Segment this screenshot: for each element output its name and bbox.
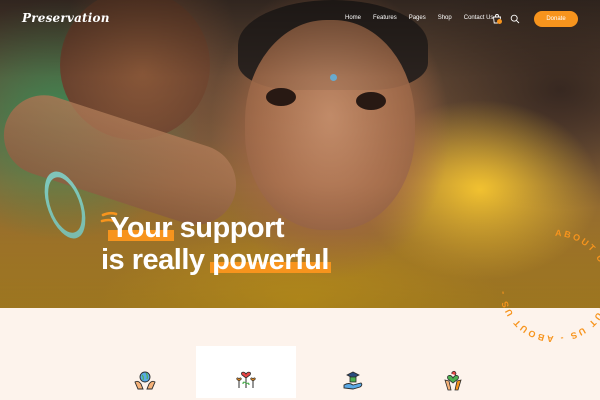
headline-text-support: support [172, 212, 285, 244]
hero-headline-line-2: is really powerful [101, 244, 331, 276]
headline-highlight-your: Your [108, 212, 174, 244]
site-logo[interactable]: Preservation [22, 11, 110, 25]
features-strip [0, 308, 600, 400]
headline-highlight-powerful: powerful [210, 244, 331, 276]
search-icon[interactable] [510, 14, 520, 24]
feature-card-globe[interactable] [95, 348, 195, 400]
headline-text-is-really: is really [101, 244, 213, 276]
nav-item-home[interactable]: Home [345, 15, 361, 21]
nav-item-pages[interactable]: Pages [409, 15, 426, 21]
globe-hands-icon [134, 371, 156, 390]
nav-item-contact-us[interactable]: Contact Us [464, 15, 494, 21]
hearts-plants-icon [236, 371, 256, 388]
nav-item-features[interactable]: Features [373, 15, 397, 21]
heart-hands-icon [444, 371, 462, 391]
top-navigation: Preservation Home Features Pages Shop Co… [0, 0, 600, 38]
feature-card-hearts[interactable] [196, 346, 296, 398]
cart-count-badge [497, 19, 502, 24]
hero-headline-line-1: ·Your support [101, 212, 329, 244]
donate-button[interactable]: Donate [534, 11, 578, 27]
nav-item-shop[interactable]: Shop [438, 15, 452, 21]
main-menu: Home Features Pages Shop Contact Us [345, 15, 505, 21]
hero-headline: ·Your support is really powerful [101, 212, 331, 276]
feature-card-care[interactable] [403, 348, 503, 400]
graduation-hand-icon [343, 371, 363, 390]
feature-card-education[interactable] [303, 348, 403, 400]
